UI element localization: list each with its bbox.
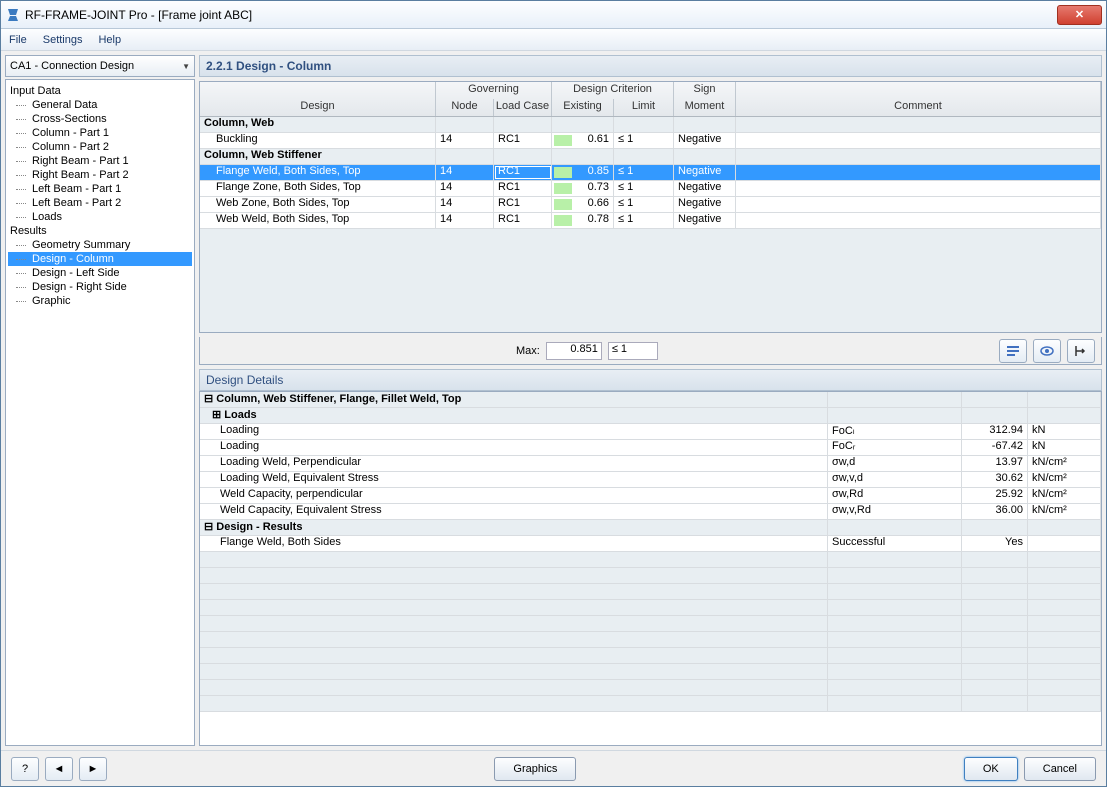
menu-help[interactable]: Help: [98, 34, 121, 46]
max-row: Max: 0.851 ≤ 1: [199, 337, 1102, 365]
goto-icon[interactable]: [1067, 339, 1095, 363]
grid-group: Column, Web: [200, 117, 1101, 133]
tree-item[interactable]: Right Beam - Part 1: [8, 154, 192, 168]
grid-group: Column, Web Stiffener: [200, 149, 1101, 165]
tree-item[interactable]: Right Beam - Part 2: [8, 168, 192, 182]
details-row[interactable]: ⊟ Column, Web Stiffener, Flange, Fillet …: [200, 392, 1101, 408]
details-row[interactable]: [200, 616, 1101, 632]
app-icon: [5, 7, 21, 23]
tree-results[interactable]: Results: [8, 224, 192, 238]
details-row[interactable]: ⊞ Loads: [200, 408, 1101, 424]
tree-item[interactable]: Left Beam - Part 2: [8, 196, 192, 210]
details-row[interactable]: Flange Weld, Both SidesSuccessfulYes: [200, 536, 1101, 552]
details-row[interactable]: Loading Weld, Equivalent Stressσw,v,d30.…: [200, 472, 1101, 488]
details-row[interactable]: [200, 696, 1101, 712]
grid-row[interactable]: Web Weld, Both Sides, Top14RC10.78≤ 1Neg…: [200, 213, 1101, 229]
titlebar: RF-FRAME-JOINT Pro - [Frame joint ABC] ✕: [1, 1, 1106, 29]
close-button[interactable]: ✕: [1057, 5, 1102, 25]
prev-icon[interactable]: ◄: [45, 757, 73, 781]
grid-row[interactable]: Web Zone, Both Sides, Top14RC10.66≤ 1Neg…: [200, 197, 1101, 213]
tree-item[interactable]: Design - Right Side: [8, 280, 192, 294]
tree-item[interactable]: Left Beam - Part 1: [8, 182, 192, 196]
tree-item[interactable]: Design - Column: [8, 252, 192, 266]
menu-settings[interactable]: Settings: [43, 34, 83, 46]
details-row[interactable]: LoadingFoCᵣ-67.42kN: [200, 440, 1101, 456]
details-row[interactable]: [200, 680, 1101, 696]
max-label: Max:: [516, 345, 540, 357]
graphics-button[interactable]: Graphics: [494, 757, 576, 781]
menubar: File Settings Help: [1, 29, 1106, 51]
details-grid[interactable]: ⊟ Column, Web Stiffener, Flange, Fillet …: [199, 391, 1102, 746]
details-title: Design Details: [199, 369, 1102, 391]
details-row[interactable]: [200, 648, 1101, 664]
grid-row[interactable]: Buckling14RC10.61≤ 1Negative: [200, 133, 1101, 149]
tree-item[interactable]: Loads: [8, 210, 192, 224]
tree-item[interactable]: Graphic: [8, 294, 192, 308]
window-title: RF-FRAME-JOINT Pro - [Frame joint ABC]: [25, 8, 1057, 22]
details-row[interactable]: [200, 568, 1101, 584]
next-icon[interactable]: ►: [79, 757, 107, 781]
case-combo[interactable]: CA1 - Connection Design: [5, 55, 195, 77]
tree-item[interactable]: General Data: [8, 98, 192, 112]
grid-row[interactable]: Flange Zone, Both Sides, Top14RC10.73≤ 1…: [200, 181, 1101, 197]
grid-header: Governing Design Criterion Sign Design N…: [200, 82, 1101, 117]
ok-button[interactable]: OK: [964, 757, 1018, 781]
sidebar: CA1 - Connection Design Input Data Gener…: [5, 55, 195, 746]
details-row[interactable]: [200, 584, 1101, 600]
max-limit: ≤ 1: [608, 342, 658, 360]
tree-item[interactable]: Geometry Summary: [8, 238, 192, 252]
help-icon[interactable]: ?: [11, 757, 39, 781]
panel-title: 2.2.1 Design - Column: [199, 55, 1102, 77]
details-row[interactable]: [200, 600, 1101, 616]
tree-item[interactable]: Cross-Sections: [8, 112, 192, 126]
details-row[interactable]: [200, 632, 1101, 648]
details-row[interactable]: [200, 552, 1101, 568]
cancel-button[interactable]: Cancel: [1024, 757, 1096, 781]
details-row[interactable]: [200, 664, 1101, 680]
tree-item[interactable]: Column - Part 2: [8, 140, 192, 154]
bottom-bar: ? ◄ ► Graphics OK Cancel: [1, 750, 1106, 786]
tree-item[interactable]: Column - Part 1: [8, 126, 192, 140]
details-icon[interactable]: [999, 339, 1027, 363]
nav-tree[interactable]: Input Data General DataCross-SectionsCol…: [5, 79, 195, 746]
design-grid[interactable]: Governing Design Criterion Sign Design N…: [199, 81, 1102, 333]
menu-file[interactable]: File: [9, 34, 27, 46]
details-row[interactable]: Weld Capacity, perpendicularσw,Rd25.92kN…: [200, 488, 1101, 504]
eye-icon[interactable]: [1033, 339, 1061, 363]
tree-input-data[interactable]: Input Data: [8, 84, 192, 98]
grid-row[interactable]: Flange Weld, Both Sides, Top14RC10.85≤ 1…: [200, 165, 1101, 181]
details-row[interactable]: ⊟ Design - Results: [200, 520, 1101, 536]
details-row[interactable]: Weld Capacity, Equivalent Stressσw,v,Rd3…: [200, 504, 1101, 520]
details-row[interactable]: Loading Weld, Perpendicularσw,d13.97kN/c…: [200, 456, 1101, 472]
details-row[interactable]: LoadingFoCₗ312.94kN: [200, 424, 1101, 440]
max-value: 0.851: [546, 342, 602, 360]
tree-item[interactable]: Design - Left Side: [8, 266, 192, 280]
